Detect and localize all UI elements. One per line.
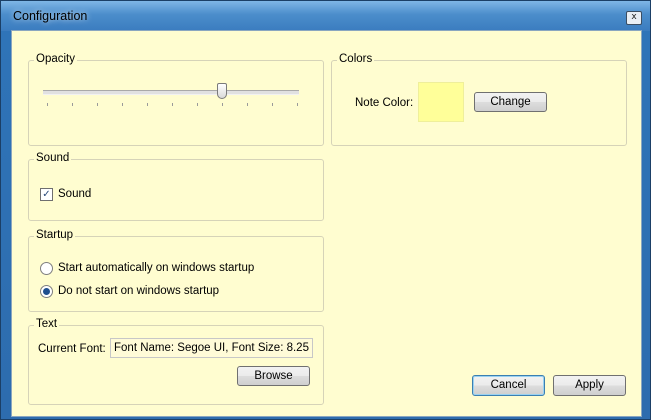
opacity-slider-tick bbox=[172, 103, 173, 106]
sound-checkbox[interactable]: ✓ bbox=[40, 188, 53, 201]
startup-disabled-radio[interactable] bbox=[40, 285, 53, 298]
colors-group: Colors Note Color: Change bbox=[331, 53, 627, 146]
title-bar[interactable]: Configuration x bbox=[1, 1, 650, 31]
opacity-slider-tick bbox=[222, 103, 223, 106]
opacity-slider-tick bbox=[47, 103, 48, 106]
sound-legend: Sound bbox=[34, 152, 72, 164]
radio-selected-dot bbox=[43, 288, 50, 295]
opacity-slider-tick bbox=[247, 103, 248, 106]
colors-legend: Colors bbox=[337, 53, 375, 65]
opacity-legend: Opacity bbox=[34, 53, 77, 65]
configuration-window: Configuration x Opacity Colors Note Colo… bbox=[0, 0, 651, 420]
text-group: Text Current Font: Font Name: Segoe UI, … bbox=[28, 318, 324, 405]
change-color-button[interactable]: Change bbox=[474, 92, 547, 112]
sound-checkbox-label[interactable]: Sound bbox=[58, 188, 91, 200]
opacity-slider-tick bbox=[297, 103, 298, 106]
opacity-slider-tick bbox=[272, 103, 273, 106]
opacity-slider-thumb[interactable] bbox=[217, 83, 227, 99]
startup-legend: Startup bbox=[34, 229, 76, 241]
opacity-slider-tick bbox=[197, 103, 198, 106]
startup-auto-radio[interactable] bbox=[40, 262, 53, 275]
opacity-slider-tick bbox=[72, 103, 73, 106]
opacity-slider-track[interactable] bbox=[43, 90, 299, 95]
browse-button[interactable]: Browse bbox=[237, 366, 310, 386]
opacity-group: Opacity bbox=[28, 53, 324, 146]
startup-disabled-label[interactable]: Do not start on windows startup bbox=[58, 285, 219, 297]
opacity-slider-tick bbox=[97, 103, 98, 106]
note-color-label: Note Color: bbox=[355, 97, 414, 109]
startup-group: Startup Start automatically on windows s… bbox=[28, 229, 324, 312]
opacity-slider-tick bbox=[122, 103, 123, 106]
cancel-button[interactable]: Cancel bbox=[472, 375, 545, 396]
note-color-swatch bbox=[418, 82, 464, 122]
opacity-slider-tick bbox=[147, 103, 148, 106]
dialog-body: Opacity Colors Note Color: Change Sound … bbox=[11, 30, 642, 417]
apply-button[interactable]: Apply bbox=[553, 375, 626, 396]
text-legend: Text bbox=[34, 318, 60, 330]
startup-auto-label[interactable]: Start automatically on windows startup bbox=[58, 262, 254, 274]
current-font-label: Current Font: bbox=[38, 343, 106, 355]
window-title: Configuration bbox=[13, 9, 88, 23]
close-icon[interactable]: x bbox=[626, 11, 642, 25]
current-font-field[interactable]: Font Name: Segoe UI, Font Size: 8.25 bbox=[110, 338, 313, 358]
sound-group: Sound ✓ Sound bbox=[28, 152, 324, 221]
